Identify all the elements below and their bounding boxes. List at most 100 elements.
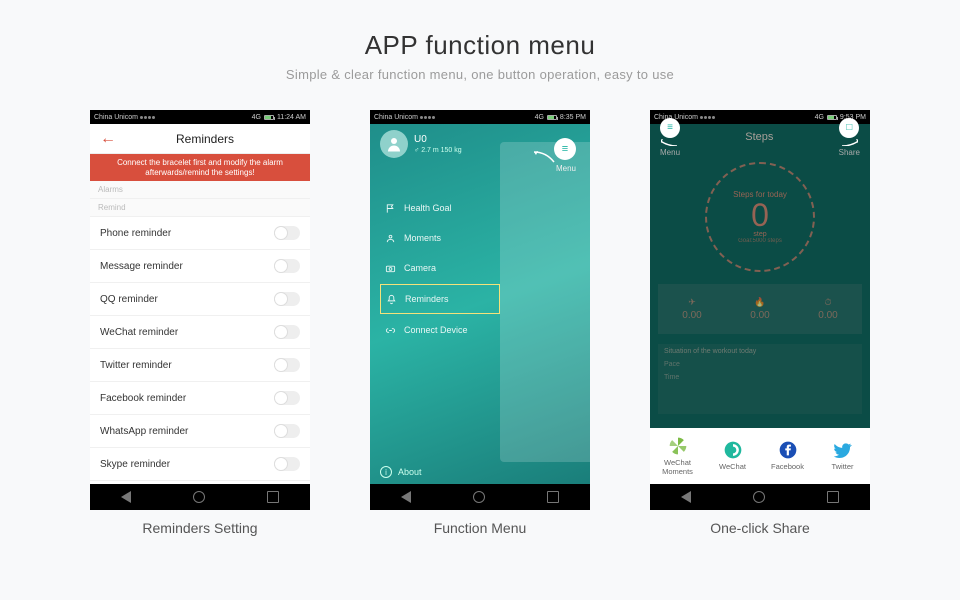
caption: Function Menu	[434, 520, 527, 536]
reminder-row[interactable]: Phone reminder	[90, 217, 310, 250]
callout-arrow-icon	[840, 138, 858, 146]
workout-block: Situation of the workout today Pace Time	[658, 344, 862, 414]
menu-label: Menu	[556, 164, 576, 173]
reminder-row[interactable]: WhatsApp reminder	[90, 415, 310, 448]
share-facebook[interactable]: Facebook	[760, 428, 815, 484]
reminder-row[interactable]: WeChat reminder	[90, 316, 310, 349]
camera-icon	[384, 262, 396, 274]
row-label: Facebook reminder	[100, 393, 186, 404]
twitter-icon	[833, 440, 853, 460]
time-label: 11:24 AM	[277, 114, 306, 121]
menu-item-label: Moments	[404, 233, 441, 243]
nav-home-icon[interactable]	[193, 491, 205, 503]
flag-icon	[384, 202, 396, 214]
gauge-goal: Goal:5000 steps	[738, 238, 782, 244]
block-row: Pace	[664, 361, 856, 368]
block-row: Time	[664, 374, 856, 381]
signal-label: 4G	[252, 114, 261, 121]
link-icon	[384, 324, 396, 336]
wechat-icon	[723, 440, 743, 460]
nav-back-icon[interactable]	[401, 491, 411, 503]
row-label: Twitter reminder	[100, 360, 172, 371]
user-icon	[384, 232, 396, 244]
profile-detail: ♂ 2.7 m 150 kg	[414, 147, 462, 154]
toggle-switch[interactable]	[274, 424, 300, 438]
menu-item-health-goal[interactable]: Health Goal	[380, 194, 500, 222]
phone-2: China Unicom 4G8:35 PM ≡ Menu U0 ♂ 2.7 m…	[370, 110, 590, 510]
reminder-row[interactable]: Facebook reminder	[90, 382, 310, 415]
nav-home-icon[interactable]	[473, 491, 485, 503]
reminder-row[interactable]: Twitter reminder	[90, 349, 310, 382]
section-alarms: Alarms	[90, 181, 310, 199]
battery-icon	[827, 115, 837, 120]
carrier-label: China Unicom	[94, 114, 138, 121]
nav-recent-icon[interactable]	[547, 491, 559, 503]
background-panel	[500, 142, 590, 462]
fire-icon: 🔥	[754, 297, 765, 308]
menu-item-moments[interactable]: Moments	[380, 224, 500, 252]
nav-recent-icon[interactable]	[267, 491, 279, 503]
wechat-moments-icon	[668, 436, 688, 456]
bell-icon	[385, 293, 397, 305]
steps-gauge: Steps for today 0 step Goal:5000 steps	[705, 162, 815, 272]
row-label: Phone reminder	[100, 228, 171, 239]
profile-block[interactable]: U0 ♂ 2.7 m 150 kg	[380, 130, 462, 158]
screen-title: Steps	[745, 131, 773, 143]
callout-arrow-icon	[661, 138, 679, 146]
share-wechat-moments[interactable]: WeChat Moments	[650, 428, 705, 484]
caption: One-click Share	[710, 520, 810, 536]
stat-distance: ✈0.00	[658, 284, 726, 334]
toggle-switch[interactable]	[274, 391, 300, 405]
signal-label: 4G	[815, 114, 824, 121]
reminder-row[interactable]: QQ reminder	[90, 283, 310, 316]
share-fab[interactable]: □	[839, 118, 859, 138]
menu-item-reminders[interactable]: Reminders	[380, 284, 500, 314]
battery-icon	[264, 115, 274, 120]
signal-label: 4G	[535, 114, 544, 121]
stat-time: ⏱ 0.00	[794, 284, 862, 334]
stats-row: ✈0.00 🔥 0.00 ⏱ 0.00	[658, 284, 862, 334]
nav-recent-icon[interactable]	[827, 491, 839, 503]
menu-fab[interactable]: ≡	[660, 118, 680, 138]
share-sheet: WeChat Moments WeChat Facebook Twitter	[650, 428, 870, 484]
callout-arrow-icon	[532, 150, 558, 164]
toggle-switch[interactable]	[274, 292, 300, 306]
share-label: Facebook	[771, 463, 804, 471]
menu-item-camera[interactable]: Camera	[380, 254, 500, 282]
phone-3: China Unicom 4G9:53 PM ≡ Menu Steps □ Sh…	[650, 110, 870, 510]
nav-back-icon[interactable]	[681, 491, 691, 503]
block-title: Situation of the workout today	[664, 348, 856, 355]
share-label: WeChat	[719, 463, 746, 471]
gauge-unit: step	[753, 231, 766, 238]
avatar-icon	[380, 130, 408, 158]
menu-item-about[interactable]: iAbout	[380, 466, 422, 478]
section-remind: Remind	[90, 199, 310, 217]
stat-value: 0.00	[818, 310, 837, 321]
toggle-switch[interactable]	[274, 358, 300, 372]
menu-item-connect-device[interactable]: Connect Device	[380, 316, 500, 344]
menu-item-label: Reminders	[405, 294, 449, 304]
caption: Reminders Setting	[142, 520, 257, 536]
row-label: WhatsApp reminder	[100, 426, 188, 437]
toggle-switch[interactable]	[274, 259, 300, 273]
reminder-row[interactable]: Skype reminder	[90, 448, 310, 481]
reminder-row[interactable]: Message reminder	[90, 250, 310, 283]
gauge-value: 0	[751, 199, 769, 231]
toggle-switch[interactable]	[274, 457, 300, 471]
screen-title: Reminders	[100, 132, 310, 146]
share-label: Share	[839, 148, 860, 157]
nav-back-icon[interactable]	[121, 491, 131, 503]
info-icon: i	[380, 466, 392, 478]
android-navbar	[90, 484, 310, 510]
share-twitter[interactable]: Twitter	[815, 428, 870, 484]
row-label: QQ reminder	[100, 294, 158, 305]
clock-icon: ⏱	[824, 297, 831, 308]
toggle-switch[interactable]	[274, 226, 300, 240]
page-title: APP function menu	[0, 30, 960, 61]
row-label: Message reminder	[100, 261, 183, 272]
android-navbar	[370, 484, 590, 510]
nav-home-icon[interactable]	[753, 491, 765, 503]
toggle-switch[interactable]	[274, 325, 300, 339]
row-label: WeChat reminder	[100, 327, 178, 338]
share-wechat[interactable]: WeChat	[705, 428, 760, 484]
